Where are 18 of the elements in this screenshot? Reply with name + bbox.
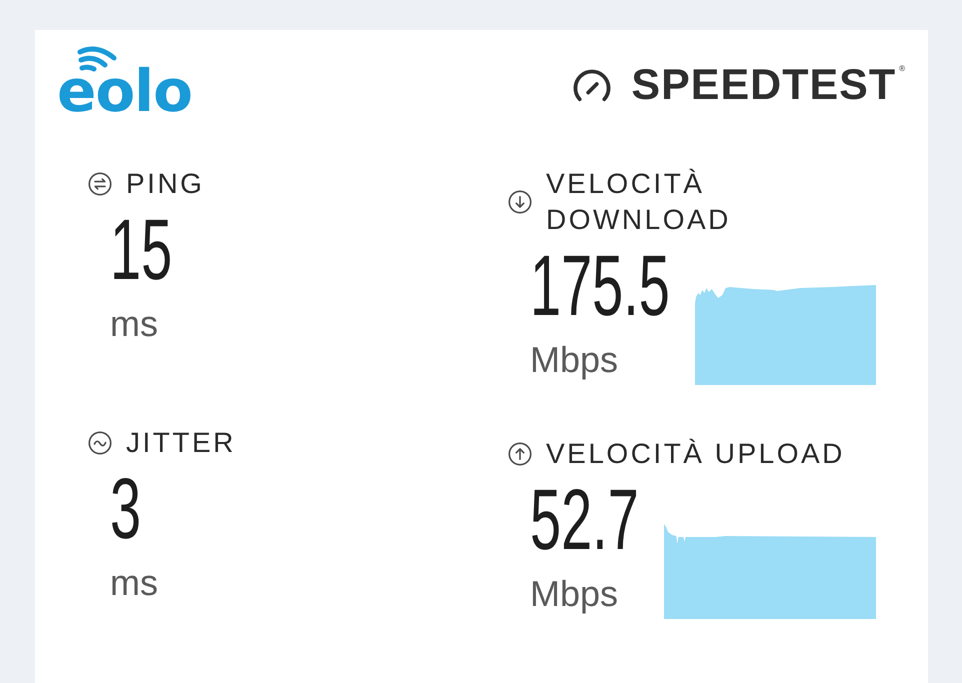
logo-wordmark: eolo [57,66,192,116]
speedtest-wordmark: SPEEDTEST$^{®}$ [631,62,906,108]
tilde-circle-icon [88,431,112,455]
metric-value: 175.5 [530,243,670,329]
metric-value: 52.7 [530,477,639,563]
metric-label: JITTER [126,426,236,460]
down-arrow-circle-icon [508,190,532,214]
arrows-circle-icon [88,172,112,196]
metric-label: VELOCITÀ DOWNLOAD [546,167,732,237]
metric-value: 3 [110,466,142,552]
up-arrow-circle-icon [508,442,532,466]
metric-unit: Mbps [530,574,618,614]
metric-label: PING [126,167,204,201]
metric-unit: ms [110,304,158,344]
metric-label: VELOCITÀ UPLOAD [546,437,845,471]
metric-value: 15 [110,207,172,293]
metric-unit: ms [110,563,158,603]
metric-unit: Mbps [530,340,618,380]
